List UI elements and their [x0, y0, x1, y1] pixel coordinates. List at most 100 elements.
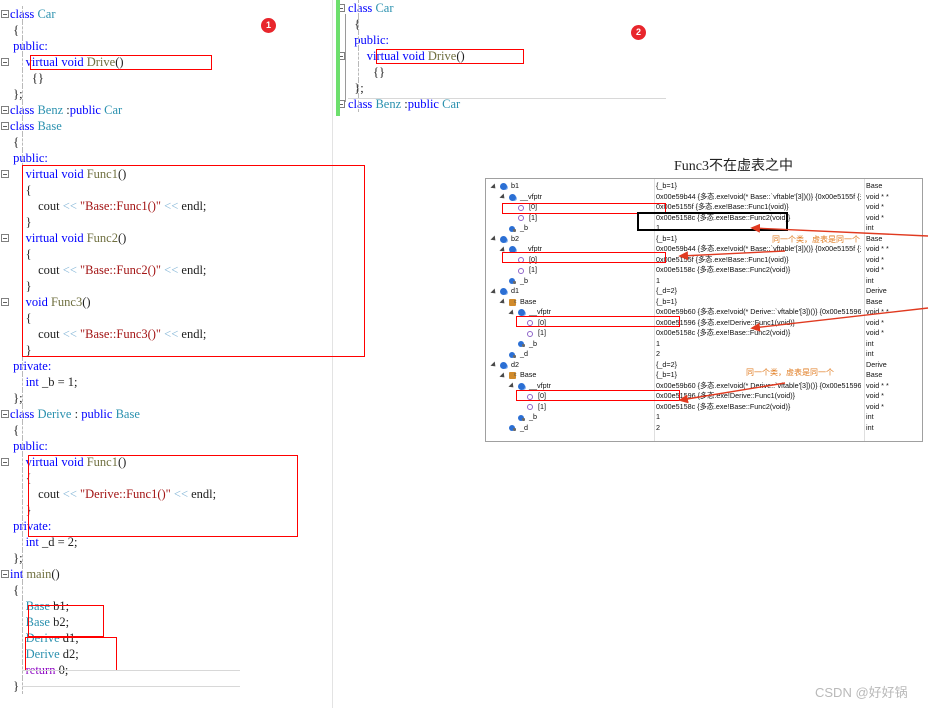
- watch-row[interactable]: b1 {_b=1} Base: [486, 181, 922, 192]
- watch-row[interactable]: _b 1 int: [486, 276, 922, 287]
- code-line[interactable]: };: [0, 86, 330, 102]
- debug-watch-window[interactable]: b1 {_b=1} Base __vfptr 0x00e59b44 {多态.exe!vo…: [485, 178, 923, 442]
- code-line[interactable]: cout << "Base::Func1()" << endl;: [0, 198, 330, 214]
- watch-name-cell[interactable]: d1: [486, 286, 654, 297]
- watch-name-cell[interactable]: Base: [486, 370, 654, 381]
- collapse-minus-icon[interactable]: [1, 10, 9, 18]
- watch-name-cell[interactable]: d2: [486, 360, 654, 371]
- collapse-minus-icon[interactable]: [1, 106, 9, 114]
- expander-triangle-icon[interactable]: [490, 182, 498, 191]
- left-code-editor[interactable]: class Car { public: virtual void Drive()…: [0, 6, 330, 694]
- code-line[interactable]: public:: [336, 32, 676, 48]
- collapse-minus-icon[interactable]: [1, 298, 9, 306]
- code-line[interactable]: public:: [0, 150, 330, 166]
- watch-name-cell[interactable]: [1]: [486, 402, 654, 413]
- watch-name-cell[interactable]: [1]: [486, 265, 654, 276]
- code-line[interactable]: }: [0, 278, 330, 294]
- watch-name-cell[interactable]: b1: [486, 181, 654, 192]
- code-line[interactable]: cout << "Derive::Func1()" << endl;: [0, 486, 330, 502]
- watch-row[interactable]: _d 2 int: [486, 349, 922, 360]
- watch-name-cell[interactable]: Base: [486, 297, 654, 308]
- collapse-minus-icon[interactable]: [1, 170, 9, 178]
- watch-name-cell[interactable]: _b: [486, 339, 654, 350]
- watch-name-cell[interactable]: [0]: [486, 318, 654, 329]
- code-line[interactable]: }: [0, 502, 330, 518]
- code-line[interactable]: virtual void Func1(): [0, 454, 330, 470]
- code-line[interactable]: {: [0, 246, 330, 262]
- code-line[interactable]: {: [0, 470, 330, 486]
- watch-row[interactable]: [1] 0x00e5158c {多态.exe!Base::Func2(void)}…: [486, 402, 922, 413]
- code-line[interactable]: Base b1;: [0, 598, 330, 614]
- code-line[interactable]: virtual void Func2(): [0, 230, 330, 246]
- code-line[interactable]: {}: [336, 64, 676, 80]
- code-line[interactable]: virtual void Drive(): [0, 54, 330, 70]
- expander-triangle-icon[interactable]: [490, 361, 498, 369]
- watch-row[interactable]: [1] 0x00e5158c {多态.exe!Base::Func2(void)}…: [486, 265, 922, 276]
- watch-row[interactable]: d2 {_d=2} Derive: [486, 360, 922, 371]
- code-line[interactable]: class Base: [0, 118, 330, 134]
- watch-name-cell[interactable]: _b: [486, 276, 654, 287]
- right-code-editor[interactable]: class Car { public: virtual void Drive()…: [336, 0, 676, 112]
- watch-row[interactable]: [1] 0x00e5158c {多态.exe!Base::Func2(void)}…: [486, 213, 922, 224]
- watch-name-cell[interactable]: __vfptr: [486, 307, 654, 318]
- expander-triangle-icon[interactable]: [508, 308, 516, 317]
- watch-name-cell[interactable]: _d: [486, 349, 654, 360]
- expander-triangle-icon[interactable]: [499, 371, 507, 380]
- expander-triangle-icon[interactable]: [499, 298, 507, 306]
- collapse-minus-icon[interactable]: [1, 458, 9, 466]
- watch-name-cell[interactable]: [1]: [486, 213, 654, 224]
- expander-triangle-icon[interactable]: [490, 235, 498, 243]
- watch-row[interactable]: __vfptr 0x00e59b44 {多态.exe!void(* Base::`…: [486, 244, 922, 255]
- collapse-minus-icon[interactable]: [1, 234, 9, 242]
- code-line[interactable]: {: [0, 310, 330, 326]
- expander-triangle-icon[interactable]: [499, 193, 507, 201]
- code-line[interactable]: int _d = 2;: [0, 534, 330, 550]
- code-line[interactable]: public:: [0, 438, 330, 454]
- code-line[interactable]: virtual void Drive(): [336, 48, 676, 64]
- code-line[interactable]: {: [0, 182, 330, 198]
- code-line[interactable]: Derive d1;: [0, 630, 330, 646]
- watch-row[interactable]: d1 {_d=2} Derive: [486, 286, 922, 297]
- collapse-minus-icon[interactable]: [1, 58, 9, 66]
- watch-name-cell[interactable]: [0]: [486, 391, 654, 402]
- expander-triangle-icon[interactable]: [490, 287, 498, 296]
- code-line[interactable]: private:: [0, 518, 330, 534]
- watch-name-cell[interactable]: __vfptr: [486, 244, 654, 255]
- watch-name-cell[interactable]: __vfptr: [486, 192, 654, 203]
- watch-row[interactable]: _d 2 int: [486, 423, 922, 434]
- watch-row[interactable]: Base{_b=1}Base: [486, 370, 922, 381]
- code-line[interactable]: {: [0, 134, 330, 150]
- code-line[interactable]: cout << "Base::Func3()" << endl;: [0, 326, 330, 342]
- expander-triangle-icon[interactable]: [499, 245, 507, 254]
- code-line[interactable]: void Func3(): [0, 294, 330, 310]
- watch-row[interactable]: __vfptr 0x00e59b44 {多态.exe!void(* Base::`…: [486, 192, 922, 203]
- code-line[interactable]: {}: [0, 70, 330, 86]
- code-line[interactable]: cout << "Base::Func2()" << endl;: [0, 262, 330, 278]
- expander-triangle-icon[interactable]: [508, 382, 516, 390]
- code-line[interactable]: }: [0, 214, 330, 230]
- code-line[interactable]: }: [0, 342, 330, 358]
- collapse-minus-icon[interactable]: [1, 410, 9, 418]
- code-line[interactable]: private:: [0, 358, 330, 374]
- code-line[interactable]: {: [0, 582, 330, 598]
- code-line[interactable]: int _b = 1;: [0, 374, 330, 390]
- watch-name-cell[interactable]: _b: [486, 223, 654, 234]
- watch-row[interactable]: __vfptr 0x00e59b60 {多态.exe!void(* Derive:…: [486, 381, 922, 392]
- code-line[interactable]: {: [0, 422, 330, 438]
- watch-row[interactable]: __vfptr 0x00e59b60 {多态.exe!void(* Derive:…: [486, 307, 922, 318]
- watch-name-cell[interactable]: b2: [486, 234, 654, 245]
- watch-row[interactable]: Base{_b=1}Base: [486, 297, 922, 308]
- watch-row[interactable]: [0] 0x00e5155f {多态.exe!Base::Func1(void)}…: [486, 255, 922, 266]
- code-line[interactable]: int main(): [0, 566, 330, 582]
- watch-row[interactable]: [0] 0x00e51596 {多态.exe!Derive::Func1(void…: [486, 391, 922, 402]
- code-line[interactable]: class Car: [0, 6, 330, 22]
- code-line[interactable]: public:: [0, 38, 330, 54]
- watch-name-cell[interactable]: _b: [486, 412, 654, 423]
- code-line[interactable]: class Benz :public Car: [0, 102, 330, 118]
- collapse-minus-icon[interactable]: [1, 570, 9, 578]
- watch-name-cell[interactable]: [0]: [486, 202, 654, 213]
- watch-row[interactable]: _b 1 int: [486, 339, 922, 350]
- code-line[interactable]: };: [0, 390, 330, 406]
- code-line[interactable]: Base b2;: [0, 614, 330, 630]
- watch-name-cell[interactable]: [0]: [486, 255, 654, 266]
